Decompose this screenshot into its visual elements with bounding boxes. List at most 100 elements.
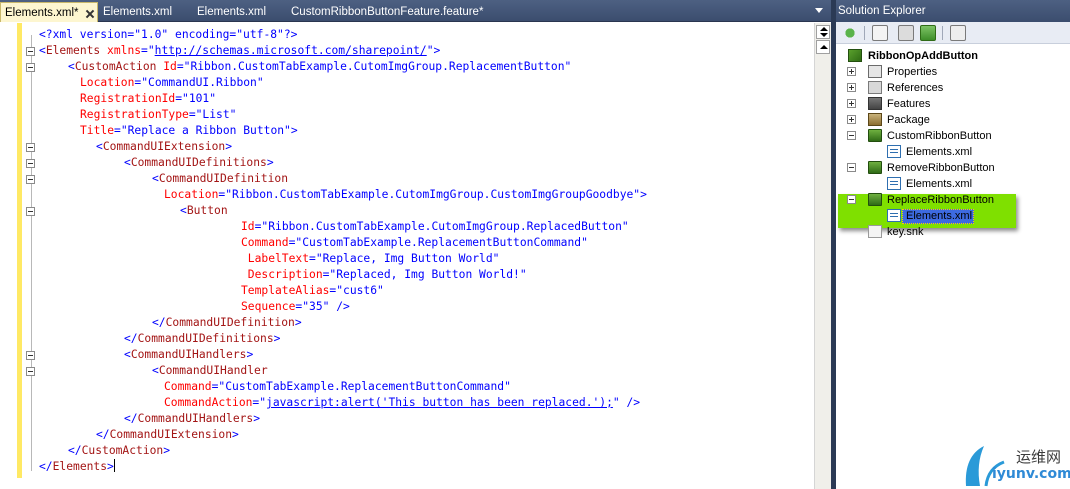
code-token: xmlns (100, 44, 142, 57)
code-token: ="35" /> (295, 300, 350, 313)
tab-elements-xml-active[interactable]: Elements.xml* (0, 2, 98, 22)
code-line[interactable]: <CommandUIHandlers> (124, 347, 253, 363)
vertical-scrollbar[interactable] (814, 23, 831, 489)
code-line[interactable]: Location="CommandUI.Ribbon" (80, 75, 264, 91)
code-line[interactable]: <CommandUIDefinitions> (124, 155, 274, 171)
code-line[interactable]: Command="CustomTabExample.ReplacementBut… (164, 379, 511, 395)
tab-elements-xml-3[interactable]: Elements.xml (193, 2, 270, 22)
expand-icon[interactable] (847, 83, 856, 92)
tree-item-label[interactable]: Package (887, 112, 930, 128)
tree-item-label[interactable]: Properties (887, 64, 937, 80)
tree-item-label[interactable]: Elements.xml (906, 176, 972, 192)
split-arrows-icon[interactable] (816, 25, 830, 39)
code-token: " /> (612, 396, 641, 409)
code-line[interactable]: <Button (180, 203, 228, 219)
code-line[interactable]: <?xml version="1.0" encoding="utf-8"?> (39, 27, 297, 43)
code-line[interactable]: Location="Ribbon.CustomTabExample.CutomI… (164, 187, 647, 203)
code-token: CustomAction (74, 60, 157, 73)
code-line[interactable]: </CommandUIHandlers> (124, 411, 260, 427)
collapse-toggle-icon[interactable] (26, 143, 35, 152)
collapse-toggle-icon[interactable] (26, 159, 35, 168)
collapse-toggle-icon[interactable] (26, 175, 35, 184)
code-line[interactable]: Title="Replace a Ribbon Button"> (80, 123, 298, 139)
code-token: RegistrationId (80, 92, 176, 105)
collapse-toggle-icon[interactable] (26, 47, 35, 56)
code-editor[interactable]: Elements.xml* Elements.xml Elements.xml … (0, 0, 831, 489)
code-line[interactable]: RegistrationType="List" (80, 107, 236, 123)
code-token: CustomAction (81, 444, 164, 457)
tree-item-label[interactable]: Elements.xml (906, 208, 972, 224)
tree-item-label[interactable]: RibbonOpAddButton (868, 48, 978, 64)
tab-elements-xml-2[interactable]: Elements.xml (99, 2, 176, 22)
code-token: < (152, 364, 159, 377)
show-all-files-icon[interactable] (872, 25, 888, 41)
code-token: ="CommandUI.Ribbon" (134, 76, 264, 89)
close-icon[interactable] (85, 9, 95, 19)
collapse-toggle-icon[interactable] (26, 207, 35, 216)
code-line[interactable]: </CommandUIDefinitions> (124, 331, 280, 347)
code-token: ="Ribbon.CustomTabExample.CutomImgGroup.… (176, 60, 572, 73)
code-token: CommandUIHandlers (130, 348, 247, 361)
code-token: CommandUIDefinition (165, 316, 295, 329)
code-line[interactable]: Id="Ribbon.CustomTabExample.CutomImgGrou… (241, 219, 629, 235)
code-line[interactable]: Description="Replaced, Img Button World!… (241, 267, 527, 283)
view-designer-icon[interactable] (950, 25, 966, 41)
code-line[interactable]: RegistrationId="101" (80, 91, 216, 107)
scroll-up-button[interactable] (816, 40, 830, 54)
view-code-icon[interactable] (920, 25, 936, 41)
tree-item-label[interactable]: Features (887, 96, 930, 112)
code-token: Location (164, 188, 219, 201)
code-line[interactable]: <CommandUIExtension> (96, 139, 232, 155)
code-token: ="Replace a Ribbon Button"> (114, 124, 298, 137)
code-token: Id (156, 60, 177, 73)
collapse-icon[interactable] (847, 131, 856, 140)
code-line[interactable]: <CommandUIHandler (152, 363, 268, 379)
code-line[interactable]: </CommandUIDefinition> (152, 315, 302, 331)
collapse-toggle-icon[interactable] (26, 367, 35, 376)
code-line[interactable]: LabelText="Replace, Img Button World" (241, 251, 500, 267)
code-line[interactable]: <CustomAction Id="Ribbon.CustomTabExampl… (68, 59, 571, 75)
collapse-icon[interactable] (847, 195, 856, 204)
text-caret (113, 459, 115, 472)
code-token: > (163, 444, 171, 457)
properties-icon[interactable] (842, 25, 858, 41)
code-token: Title (80, 124, 115, 137)
code-token: > (294, 316, 302, 329)
code-line[interactable]: <Elements xmlns="http://schemas.microsof… (39, 43, 440, 59)
chevron-down-icon[interactable] (815, 8, 823, 13)
expand-icon[interactable] (847, 115, 856, 124)
code-link[interactable]: http://schemas.microsoft.com/sharepoint/ (155, 44, 427, 57)
tree-item-label[interactable]: key.snk (887, 224, 923, 240)
tree-item-label[interactable]: CustomRibbonButton (887, 128, 992, 144)
code-line[interactable]: </CustomAction> (68, 443, 170, 459)
tab-feature[interactable]: CustomRibbonButtonFeature.feature* (287, 2, 487, 22)
code-token: CommandAction (164, 396, 253, 409)
tree-item-label[interactable]: Elements.xml (906, 144, 972, 160)
code-line[interactable]: Sequence="35" /> (241, 299, 350, 315)
code-token: ="Ribbon.CustomTabExample.CutomImgGroup.… (254, 220, 629, 233)
key-file-icon (868, 225, 882, 238)
code-token: < (152, 172, 159, 185)
collapse-toggle-icon[interactable] (26, 63, 35, 72)
expand-icon[interactable] (847, 99, 856, 108)
code-line[interactable]: TemplateAlias="cust6" (241, 283, 384, 299)
tab-label: Elements.xml (103, 6, 173, 18)
tree-item-label[interactable]: RemoveRibbonButton (887, 160, 995, 176)
collapse-icon[interactable] (847, 163, 856, 172)
code-token: Id (241, 220, 255, 233)
collapse-toggle-icon[interactable] (26, 351, 35, 360)
tree-item-label[interactable]: ReplaceRibbonButton (887, 192, 994, 208)
expand-icon[interactable] (847, 67, 856, 76)
code-line[interactable]: </Elements> (39, 459, 115, 475)
code-line[interactable]: <CommandUIDefinition (152, 171, 288, 187)
refresh-icon[interactable] (898, 25, 914, 41)
code-line[interactable]: CommandAction="javascript:alert('This bu… (164, 395, 640, 411)
arrow-up-icon (820, 27, 828, 31)
code-token: < (39, 44, 46, 57)
code-token: LabelText (241, 252, 310, 265)
code-line[interactable]: </CommandUIExtension> (96, 427, 239, 443)
code-line[interactable]: Command="CustomTabExample.ReplacementBut… (241, 235, 588, 251)
code-text-area[interactable]: <?xml version="1.0" encoding="utf-8"?> <E… (0, 23, 814, 489)
tree-item-label[interactable]: References (887, 80, 943, 96)
code-link[interactable]: javascript:alert('This button has been r… (266, 396, 613, 409)
